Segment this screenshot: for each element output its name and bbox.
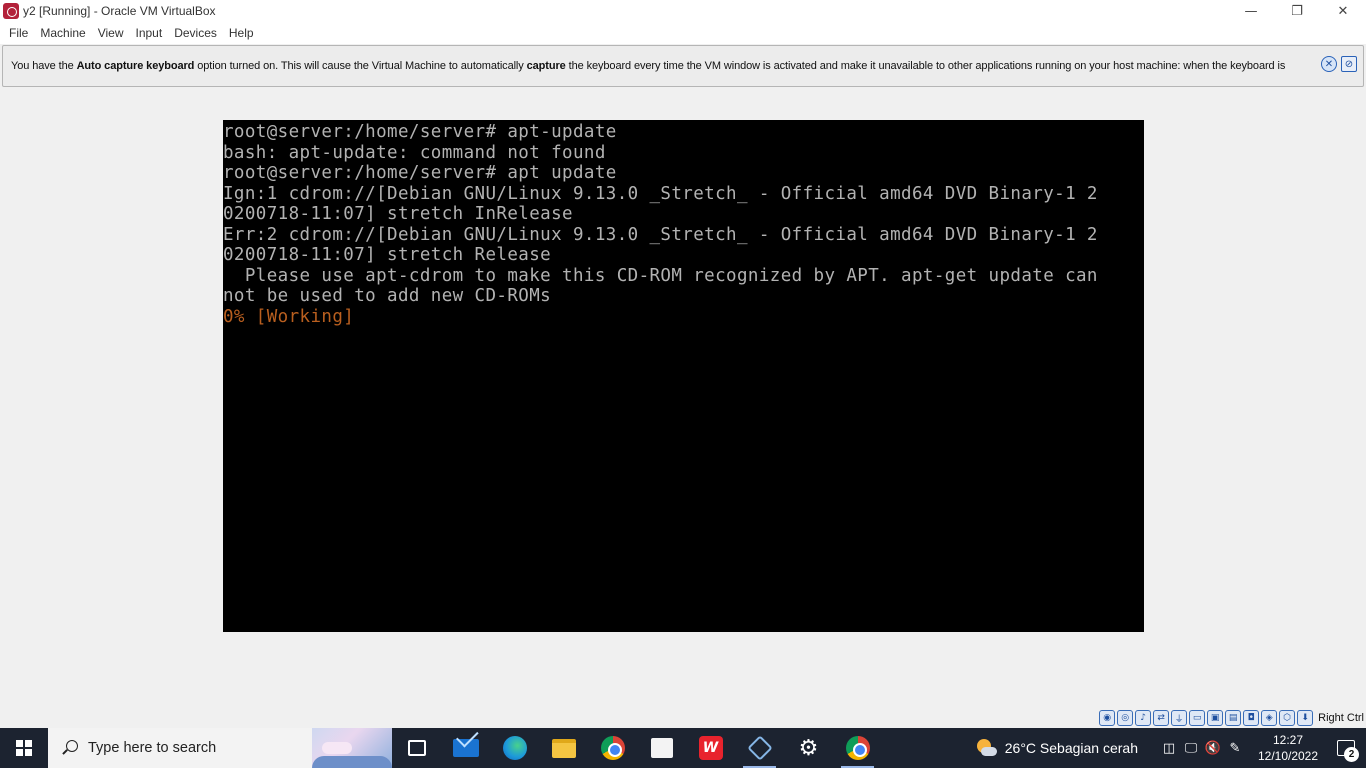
video-capture-icon[interactable]: ▤	[1225, 710, 1242, 726]
window-controls: — ❐ ✕	[1228, 0, 1366, 22]
network-tray-icon[interactable]: 🖵	[1180, 741, 1202, 756]
notification-bold-2: capture	[526, 60, 566, 72]
optical-drive-icon[interactable]: ◎	[1117, 710, 1134, 726]
windows-logo-icon	[16, 740, 32, 756]
chrome-app[interactable]	[588, 728, 637, 768]
notification-text-2: option turned on. This will cause the Vi…	[194, 60, 527, 72]
pen-icon[interactable]: ✎	[1224, 741, 1246, 756]
store-icon	[650, 738, 673, 758]
virtualization-icon[interactable]: ◈	[1261, 710, 1278, 726]
terminal-line: Please use apt-cdrom to make this CD-ROM…	[223, 265, 1098, 286]
chrome-icon	[845, 736, 870, 760]
restore-button[interactable]: ❐	[1274, 0, 1320, 22]
mouse-integration-icon[interactable]: ⬡	[1279, 710, 1296, 726]
virtualbox-app-icon	[3, 3, 19, 19]
meet-now-icon[interactable]: ◫	[1158, 741, 1180, 756]
notification-center-button[interactable]: 2	[1326, 728, 1366, 768]
notification-bold-1: Auto capture keyboard	[76, 60, 195, 72]
display-icon[interactable]: ▣	[1207, 710, 1224, 726]
menu-file[interactable]: File	[3, 22, 34, 44]
notification-text-3: the keyboard every time the VM window is…	[565, 60, 1286, 72]
window-titlebar[interactable]: y2 [Running] - Oracle VM VirtualBox — ❐ …	[0, 0, 1366, 22]
virtualbox-icon	[746, 735, 773, 761]
wps-icon: W	[698, 736, 723, 760]
menu-machine[interactable]: Machine	[34, 22, 91, 44]
settings-app[interactable]: ⚙	[784, 728, 833, 768]
terminal-line: bash: apt-update: command not found	[223, 142, 606, 163]
mail-app[interactable]	[441, 728, 490, 768]
terminal-line: 0200718-11:07] stretch InRelease	[223, 204, 573, 224]
notification-text-1: You have the	[11, 60, 77, 72]
weather-icon[interactable]	[975, 737, 997, 759]
terminal-line: not be used to add new CD-ROMs	[223, 286, 552, 306]
menu-bar: File Machine View Input Devices Help	[0, 22, 1366, 44]
close-notification-icon[interactable]: ✕	[1321, 56, 1337, 72]
keyboard-capture-icon[interactable]: ⬇	[1297, 710, 1314, 726]
close-button[interactable]: ✕	[1320, 0, 1366, 22]
desktop: y2 [Running] - Oracle VM VirtualBox — ❐ …	[0, 0, 1366, 768]
search-placeholder: Type here to search	[88, 740, 217, 756]
chrome-icon	[600, 736, 625, 760]
do-not-show-again-icon[interactable]: ⊘	[1341, 56, 1357, 72]
auto-capture-notification: You have the Auto capture keyboard optio…	[2, 45, 1364, 87]
host-key-label[interactable]: Right Ctrl	[1318, 712, 1364, 724]
usb-icon[interactable]: ⏚	[1171, 710, 1188, 726]
search-highlight-art[interactable]	[312, 728, 392, 768]
taskbar-apps: W ⚙	[392, 728, 882, 768]
search-icon	[62, 740, 78, 756]
chrome-profile-app[interactable]	[833, 728, 882, 768]
notification-actions: ✕ ⊘	[1321, 56, 1357, 72]
notification-message: You have the Auto capture keyboard optio…	[11, 60, 1285, 72]
volume-muted-icon[interactable]: 🔇	[1202, 741, 1224, 756]
clock[interactable]: 12:27 12/10/2022	[1250, 732, 1326, 764]
folder-icon	[551, 738, 576, 758]
minimize-button[interactable]: —	[1228, 0, 1274, 22]
system-tray: 26°C Sebagian cerah ◫ 🖵 🔇 ✎ 12:27 12/10/…	[975, 728, 1366, 768]
hard-disk-icon[interactable]: ◉	[1099, 710, 1116, 726]
terminal-line: root@server:/home/server# apt-update	[223, 122, 617, 142]
notification-count-badge: 2	[1344, 747, 1359, 762]
terminal-line: Ign:1 cdrom://[Debian GNU/Linux 9.13.0 _…	[223, 183, 1098, 204]
menu-input[interactable]: Input	[130, 22, 169, 44]
start-button[interactable]	[0, 728, 48, 768]
task-view-icon	[407, 740, 426, 756]
clock-time: 12:27	[1272, 733, 1304, 747]
shared-folders-icon[interactable]: ▭	[1189, 710, 1206, 726]
store-app[interactable]	[637, 728, 686, 768]
terminal-line: root@server:/home/server# apt update	[223, 163, 617, 183]
edge-icon	[502, 736, 527, 760]
menu-help[interactable]: Help	[223, 22, 260, 44]
terminal-progress-line: 0% [Working]	[223, 306, 355, 327]
edge-app[interactable]	[490, 728, 539, 768]
taskbar-search-box[interactable]: Type here to search	[48, 728, 392, 768]
terminal-line: Err:2 cdrom://[Debian GNU/Linux 9.13.0 _…	[223, 224, 1098, 245]
weather-text[interactable]: 26°C Sebagian cerah	[1005, 740, 1138, 756]
menu-devices[interactable]: Devices	[168, 22, 223, 44]
vm-status-bar: ◉ ◎ ♪ ⇄ ⏚ ▭ ▣ ▤ ◘ ◈ ⬡ ⬇ Right Ctrl	[1099, 708, 1366, 728]
virtualbox-app[interactable]	[735, 728, 784, 768]
gear-icon: ⚙	[798, 735, 819, 761]
windows-taskbar: Type here to search W ⚙ 26°C Sebagian ce…	[0, 728, 1366, 768]
audio-icon[interactable]: ♪	[1135, 710, 1152, 726]
clock-date: 12/10/2022	[1257, 749, 1319, 763]
task-view-button[interactable]	[392, 728, 441, 768]
mail-icon	[452, 739, 479, 757]
network-icon[interactable]: ⇄	[1153, 710, 1170, 726]
file-explorer-app[interactable]	[539, 728, 588, 768]
terminal-line: 0200718-11:07] stretch Release	[223, 245, 552, 265]
menu-view[interactable]: View	[92, 22, 130, 44]
recording-icon[interactable]: ◘	[1243, 710, 1260, 726]
window-title: y2 [Running] - Oracle VM VirtualBox	[23, 4, 216, 18]
wps-office-app[interactable]: W	[686, 728, 735, 768]
vm-console-screen[interactable]: root@server:/home/server# apt-update bas…	[223, 120, 1144, 632]
